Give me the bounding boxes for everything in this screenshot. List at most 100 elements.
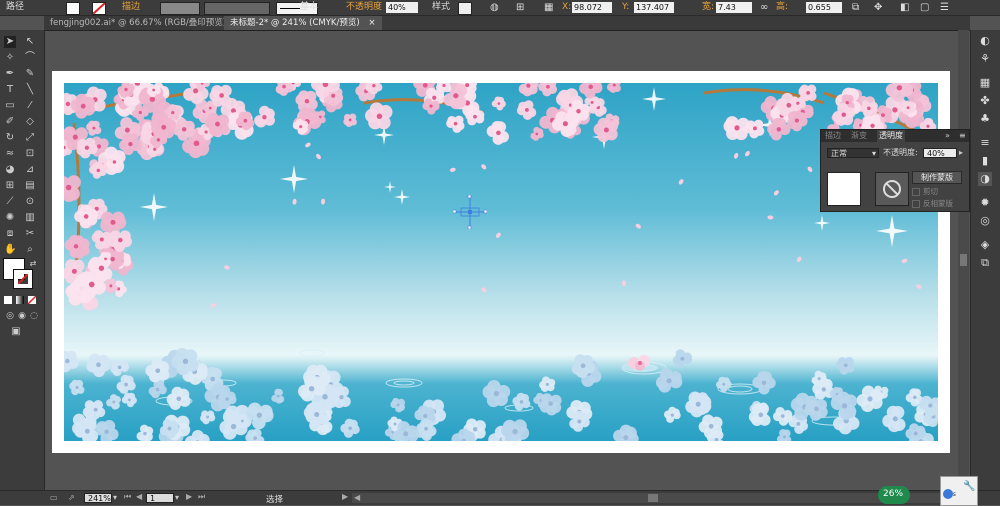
tab-stroke[interactable]: 描边 bbox=[825, 130, 841, 142]
selection-tool-icon[interactable]: ➤ bbox=[4, 36, 16, 48]
height-field[interactable]: 0.655 mm bbox=[806, 2, 842, 13]
opacity-label[interactable]: 不透明度 bbox=[346, 0, 382, 15]
doc-icon[interactable]: ▭ bbox=[50, 493, 58, 502]
graphic-styles-icon[interactable]: ◎ bbox=[978, 214, 992, 228]
invert-mask-checkbox[interactable]: 反相蒙版 bbox=[912, 198, 953, 209]
variable-width-profile[interactable] bbox=[204, 2, 270, 15]
chevron-down-icon[interactable]: ▾ bbox=[175, 493, 179, 502]
y-field[interactable]: 137.407 m bbox=[634, 2, 674, 13]
vertical-scrollbar[interactable] bbox=[958, 30, 969, 490]
horizontal-scrollbar[interactable]: ◀ bbox=[352, 493, 952, 503]
graphic-style-swatch[interactable] bbox=[458, 2, 472, 15]
magic-wand-icon[interactable]: ✧ bbox=[4, 52, 16, 64]
isolate-icon[interactable]: ◧ bbox=[900, 0, 909, 15]
next-artboard-icon[interactable]: ▶ bbox=[186, 492, 192, 501]
make-mask-button[interactable]: 制作蒙版 bbox=[912, 171, 962, 184]
swap-colors-icon[interactable]: ⇄ bbox=[27, 258, 39, 270]
blend-mode-select[interactable]: 正常 ▾ bbox=[827, 148, 879, 158]
opacity-field[interactable]: 40% bbox=[386, 2, 418, 13]
pencil-tool-icon[interactable]: ✐ bbox=[4, 116, 16, 128]
transparency-panel-icon[interactable]: ◑ bbox=[978, 172, 992, 186]
recolor-icon[interactable]: ◍ bbox=[490, 0, 499, 15]
screen-mode-icon[interactable]: ▣ bbox=[10, 326, 22, 338]
hand-tool-icon[interactable]: ✋ bbox=[4, 244, 16, 256]
graph-tool-icon[interactable]: ▥ bbox=[24, 212, 36, 224]
color-guide-icon[interactable]: ⚘ bbox=[978, 52, 992, 66]
eraser-tool-icon[interactable]: ◇ bbox=[24, 116, 36, 128]
x-field[interactable]: 98.072 mm bbox=[572, 2, 612, 13]
artboard-tool-icon[interactable]: ⧈ bbox=[4, 228, 16, 240]
color-mode-button[interactable] bbox=[4, 296, 12, 304]
warp-tool-icon[interactable]: ≈ bbox=[4, 148, 16, 160]
swatches-icon[interactable]: ▦ bbox=[978, 76, 992, 90]
stroke-weight-field[interactable] bbox=[160, 2, 200, 15]
link-icon[interactable]: ∞ bbox=[760, 0, 768, 15]
selected-sparkle-handle[interactable] bbox=[453, 195, 487, 229]
symbols-icon[interactable]: ♣ bbox=[978, 112, 992, 126]
shape-icon[interactable]: ✥ bbox=[874, 0, 882, 15]
gradient-tool-icon[interactable]: ▤ bbox=[24, 180, 36, 192]
stroke-color-box[interactable] bbox=[14, 270, 32, 288]
gradient-panel-icon[interactable]: ▮ bbox=[978, 154, 992, 168]
curvature-tool-icon[interactable]: ✎ bbox=[24, 68, 36, 80]
h-scroll-thumb[interactable] bbox=[648, 494, 658, 502]
reference-point-icon[interactable]: ▦ bbox=[544, 0, 553, 15]
line-tool-icon[interactable]: ╲ bbox=[24, 84, 36, 96]
scale-tool-icon[interactable]: ⤢ bbox=[24, 132, 36, 144]
tab-gradient[interactable]: 渐变 bbox=[851, 130, 867, 142]
browser-icon[interactable] bbox=[943, 489, 953, 499]
object-thumbnail[interactable] bbox=[827, 172, 861, 206]
width-field[interactable]: 7.43 mm bbox=[716, 2, 752, 13]
wrench-icon[interactable]: 🔧 bbox=[963, 481, 975, 492]
draw-normal-icon[interactable]: ◎ bbox=[4, 310, 16, 322]
opacity-arrow-icon[interactable]: ▸ bbox=[959, 148, 963, 158]
first-artboard-icon[interactable]: ⏮ bbox=[124, 492, 131, 502]
stroke-panel-icon[interactable]: ≡ bbox=[978, 136, 992, 150]
shape-builder-icon[interactable]: ◕ bbox=[4, 164, 16, 176]
eyedropper-icon[interactable]: ⟋ bbox=[4, 196, 16, 208]
gradient-mode-button[interactable] bbox=[16, 296, 24, 304]
perspective-grid-icon[interactable]: ⊿ bbox=[24, 164, 36, 176]
direct-selection-tool-icon[interactable]: ↖ bbox=[24, 36, 36, 48]
opacity-panel-field[interactable]: 40% bbox=[923, 148, 957, 158]
layers-icon[interactable]: ◈ bbox=[978, 238, 992, 252]
lasso-tool-icon[interactable]: ⌒ bbox=[24, 52, 36, 64]
clip-checkbox[interactable]: 剪切 bbox=[912, 186, 938, 197]
appearance-icon[interactable]: ✹ bbox=[978, 196, 992, 210]
artboard[interactable] bbox=[52, 71, 950, 453]
close-icon[interactable]: × bbox=[368, 18, 375, 28]
status-menu-icon[interactable]: ▶ bbox=[342, 492, 348, 501]
net-speed-widget[interactable]: 26% bbox=[878, 486, 910, 504]
artboard-number-field[interactable]: 1 bbox=[146, 493, 174, 503]
prev-artboard-icon[interactable]: ◀ bbox=[136, 492, 142, 501]
collapse-icon[interactable]: » bbox=[945, 130, 950, 142]
share-icon[interactable]: ⇗ bbox=[68, 493, 75, 502]
stroke-label[interactable]: 描边 bbox=[122, 0, 140, 15]
pen-tool-icon[interactable]: ✒ bbox=[4, 68, 16, 80]
type-tool-icon[interactable]: T bbox=[4, 84, 16, 96]
panel-menu-icon[interactable]: ☰ bbox=[940, 0, 949, 15]
mesh-tool-icon[interactable]: ⊞ bbox=[4, 180, 16, 192]
last-artboard-icon[interactable]: ⏭ bbox=[198, 492, 205, 502]
tab-untitled-2[interactable]: 未标题-2* @ 241% (CMYK/预览) × bbox=[224, 16, 382, 30]
stroke-swatch[interactable] bbox=[92, 2, 106, 15]
mask-thumbnail[interactable] bbox=[875, 172, 909, 206]
brushes-icon[interactable]: ✤ bbox=[978, 94, 992, 108]
transform-icon[interactable]: ⧉ bbox=[852, 0, 859, 15]
scroll-left-icon[interactable]: ◀ bbox=[354, 493, 360, 502]
slice-tool-icon[interactable]: ✂ bbox=[24, 228, 36, 240]
draw-behind-icon[interactable]: ◉ bbox=[16, 310, 28, 322]
rotate-tool-icon[interactable]: ↻ bbox=[4, 132, 16, 144]
mask-icon[interactable]: ▢ bbox=[920, 0, 929, 15]
none-mode-button[interactable] bbox=[28, 296, 36, 304]
tab-transparency[interactable]: 透明度 bbox=[877, 130, 905, 142]
tab-fengjing002[interactable]: fengjing002.ai* @ 66.67% (RGB/叠印预览) × bbox=[44, 16, 248, 30]
panel-menu-icon[interactable]: ≡ bbox=[959, 130, 966, 142]
paintbrush-tool-icon[interactable]: ⁄ bbox=[24, 100, 36, 112]
zoom-select[interactable]: 241% bbox=[84, 493, 112, 503]
scroll-thumb[interactable] bbox=[960, 254, 967, 266]
blend-tool-icon[interactable]: ⊙ bbox=[24, 196, 36, 208]
fill-swatch[interactable] bbox=[66, 2, 80, 15]
align-icon[interactable]: ⊞ bbox=[516, 0, 524, 15]
chevron-down-icon[interactable]: ▾ bbox=[113, 493, 117, 502]
